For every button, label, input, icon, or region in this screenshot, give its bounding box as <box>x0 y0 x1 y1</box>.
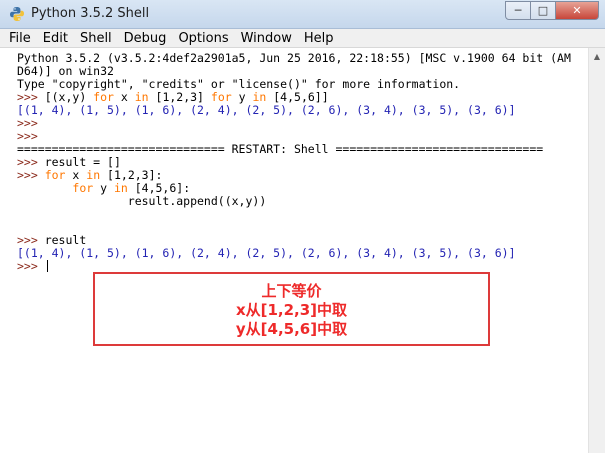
menu-shell[interactable]: Shell <box>74 29 118 47</box>
text-cursor <box>46 260 48 272</box>
menu-options[interactable]: Options <box>172 29 234 47</box>
output-line-result-1: [(1, 4), (1, 5), (1, 6), (2, 4), (2, 5),… <box>17 103 516 117</box>
keyword-for: for <box>44 168 66 182</box>
menu-help[interactable]: Help <box>298 29 340 47</box>
vertical-scrollbar[interactable]: ▲ <box>588 48 605 453</box>
title-bar: Python 3.5.2 Shell ─ □ ✕ <box>0 0 605 29</box>
annotation-line-2: x从[1,2,3]中取 <box>235 301 348 319</box>
code-text: y <box>231 90 253 104</box>
maximize-icon: □ <box>537 4 549 17</box>
code-text: x <box>113 90 135 104</box>
close-button[interactable]: ✕ <box>556 1 599 20</box>
code-text: y <box>93 181 114 195</box>
minimize-icon: ─ <box>514 4 522 17</box>
python-logo-icon <box>10 7 24 21</box>
code-text: [1,2,3]: <box>100 168 163 182</box>
menu-debug[interactable]: Debug <box>118 29 173 47</box>
shell-prompt: >>> <box>17 90 45 104</box>
keyword-in: in <box>134 90 149 104</box>
shell-prompt: >>> <box>17 233 45 247</box>
shell-prompt: >>> <box>17 168 45 182</box>
code-text: result = [] <box>44 155 121 169</box>
menu-window[interactable]: Window <box>235 29 298 47</box>
annotation-line-3: y从[4,5,6]中取 <box>235 320 348 338</box>
menu-edit[interactable]: Edit <box>37 29 74 47</box>
shell-prompt: >>> <box>17 155 45 169</box>
close-icon: ✕ <box>572 4 582 17</box>
annotation-box: 上下等价 x从[1,2,3]中取 y从[4,5,6]中取 <box>93 272 490 346</box>
keyword-for: for <box>93 90 114 104</box>
input-line-append: result.append((x,y)) <box>17 194 267 208</box>
keyword-for: for <box>210 90 232 104</box>
window-title: Python 3.5.2 Shell <box>31 6 150 21</box>
scroll-up-button[interactable]: ▲ <box>589 48 605 65</box>
menu-bar: File Edit Shell Debug Options Window Hel… <box>0 29 605 48</box>
minimize-button[interactable]: ─ <box>505 1 531 20</box>
keyword-for: for <box>72 181 94 195</box>
active-prompt-line[interactable]: >>> <box>17 260 48 273</box>
keyword-in: in <box>252 90 267 104</box>
code-text: [4,5,6]] <box>266 90 329 104</box>
window-controls: ─ □ ✕ <box>505 1 599 20</box>
keyword-in: in <box>113 181 128 195</box>
annotation-line-1: 上下等价 <box>261 282 322 300</box>
output-line-result-2: [(1, 4), (1, 5), (1, 6), (2, 4), (2, 5),… <box>17 246 516 260</box>
code-text: result <box>44 233 87 247</box>
maximize-button[interactable]: □ <box>531 1 556 20</box>
shell-prompt: >>> <box>17 259 45 273</box>
code-text: [(x,y) <box>44 90 94 104</box>
chevron-up-icon: ▲ <box>593 52 601 61</box>
code-text: x <box>65 168 87 182</box>
shell-text-area[interactable]: Python 3.5.2 (v3.5.2:4def2a2901a5, Jun 2… <box>0 48 588 453</box>
menu-file[interactable]: File <box>9 29 37 47</box>
code-text: [1,2,3] <box>148 90 211 104</box>
code-text: [4,5,6]: <box>127 181 191 195</box>
keyword-in: in <box>86 168 101 182</box>
